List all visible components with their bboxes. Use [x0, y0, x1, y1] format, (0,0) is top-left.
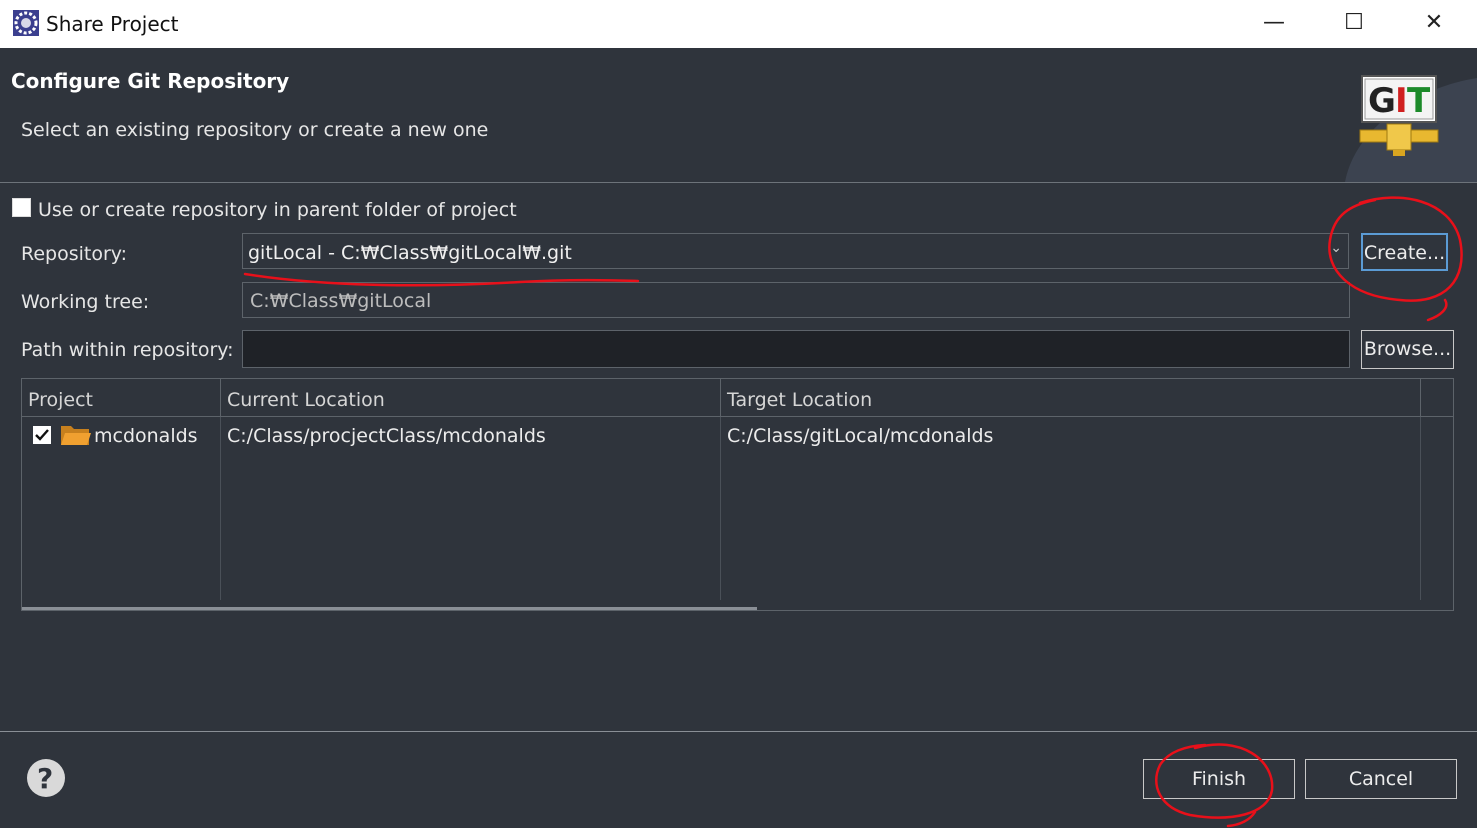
svg-text:T: T: [1407, 81, 1431, 121]
page-title: Configure Git Repository: [11, 69, 290, 93]
column-divider: [720, 417, 721, 600]
minimize-button[interactable]: —: [1244, 0, 1304, 48]
checkbox-unchecked[interactable]: [12, 198, 31, 217]
close-button[interactable]: ✕: [1404, 0, 1464, 48]
create-button-label: Create...: [1363, 242, 1446, 264]
target-location: C:/Class/gitLocal/mcdonalds: [727, 425, 994, 447]
footer-divider: [0, 731, 1477, 732]
browse-button-label: Browse...: [1363, 338, 1452, 360]
window-title: Share Project: [46, 12, 179, 36]
finish-button-label: Finish: [1191, 768, 1247, 790]
repository-value: gitLocal - C:₩Class₩gitLocal₩.git: [248, 242, 572, 264]
git-logo-icon: G I T: [1345, 75, 1477, 182]
cancel-button[interactable]: Cancel: [1305, 759, 1457, 799]
svg-text:I: I: [1395, 81, 1408, 121]
finish-button[interactable]: Finish: [1143, 759, 1295, 799]
help-icon[interactable]: ?: [26, 758, 66, 798]
repository-combo[interactable]: gitLocal - C:₩Class₩gitLocal₩.git ⌄: [242, 233, 1349, 269]
horizontal-scrollbar[interactable]: [22, 607, 757, 610]
column-header-current-location[interactable]: Current Location: [221, 379, 721, 417]
path-within-repository-label: Path within repository:: [21, 339, 234, 361]
projects-table: Project Current Location Target Location…: [21, 378, 1454, 611]
svg-text:G: G: [1368, 81, 1396, 121]
browse-button[interactable]: Browse...: [1361, 330, 1454, 369]
row-checkbox-checked[interactable]: [33, 426, 51, 444]
repository-label: Repository:: [21, 243, 128, 265]
maximize-button[interactable]: ☐: [1324, 0, 1384, 48]
path-within-repository-input[interactable]: [242, 330, 1350, 368]
working-tree-label: Working tree:: [21, 291, 150, 313]
column-header-project[interactable]: Project: [22, 379, 221, 417]
column-header-target-location[interactable]: Target Location: [721, 379, 1421, 417]
working-tree-field: C:₩Class₩gitLocal: [242, 282, 1350, 318]
chevron-down-icon[interactable]: ⌄: [1330, 240, 1342, 256]
column-divider: [220, 417, 221, 600]
project-name: mcdonalds: [94, 425, 198, 447]
folder-icon: [61, 426, 91, 445]
column-divider: [1420, 417, 1421, 600]
create-repository-button[interactable]: Create...: [1361, 233, 1448, 271]
cancel-button-label: Cancel: [1348, 768, 1414, 790]
current-location: C:/Class/procjectClass/mcdonalds: [227, 425, 546, 447]
eclipse-app-icon: [13, 10, 39, 36]
wizard-header: Configure Git Repository Select an exist…: [0, 48, 1477, 183]
svg-text:?: ?: [37, 762, 53, 795]
use-parent-folder-label: Use or create repository in parent folde…: [38, 199, 517, 221]
use-parent-folder-checkbox[interactable]: Use or create repository in parent folde…: [12, 198, 517, 221]
column-header-filler: [1421, 379, 1454, 417]
page-description: Select an existing repository or create …: [21, 119, 489, 141]
title-bar: Share Project — ☐ ✕: [0, 0, 1477, 48]
